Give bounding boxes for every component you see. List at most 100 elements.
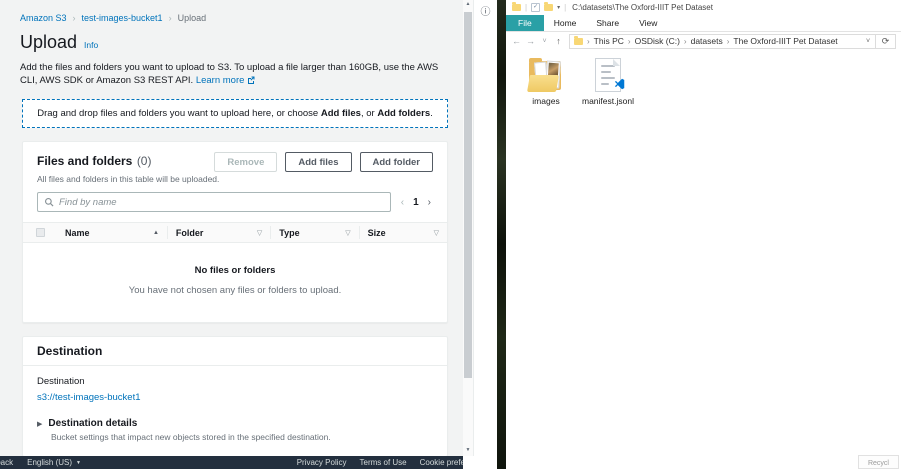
destination-details-subtitle: Bucket settings that impact new objects … xyxy=(51,432,433,442)
tab-file[interactable]: File xyxy=(506,15,544,31)
filter-icon[interactable]: ▽ xyxy=(257,229,262,237)
aws-s3-upload-page: Amazon S3 › test-images-bucket1 › Upload… xyxy=(0,0,463,469)
page-title: Upload xyxy=(20,32,77,53)
help-panel-gutter: ⓘ xyxy=(473,0,497,456)
address-this-pc[interactable]: This PC xyxy=(594,36,624,46)
page-title-row: Upload Info xyxy=(0,23,463,53)
breadcrumb: Amazon S3 › test-images-bucket1 › Upload xyxy=(0,0,463,23)
dropzone-text: Drag and drop files and folders you want… xyxy=(37,108,321,119)
add-files-button[interactable]: Add files xyxy=(285,152,351,172)
page-fold xyxy=(613,59,620,66)
divider: | xyxy=(564,3,566,12)
filter-icon[interactable]: ▽ xyxy=(345,229,350,237)
privacy-policy-link[interactable]: Privacy Policy xyxy=(297,458,347,467)
column-header-name[interactable]: Name ▲ xyxy=(57,226,167,239)
explorer-app-icon xyxy=(512,4,521,11)
destination-details-toggle[interactable]: ▶ Destination details xyxy=(37,418,433,429)
file-explorer-window: | ✓ ▾ | C:\datasets\The Oxford-IIIT Pet … xyxy=(506,0,901,469)
divider: | xyxy=(525,3,527,12)
screen: Amazon S3 › test-images-bucket1 › Upload… xyxy=(0,0,901,469)
tab-view[interactable]: View xyxy=(629,15,667,31)
destination-label: Destination xyxy=(37,376,433,387)
breadcrumb-bucket-link[interactable]: test-images-bucket1 xyxy=(82,13,163,23)
destination-card-title: Destination xyxy=(23,337,447,366)
file-item-label: manifest.jsonl xyxy=(582,96,634,106)
tab-share[interactable]: Share xyxy=(586,15,629,31)
breadcrumb-current: Upload xyxy=(178,13,207,23)
feedback-link[interactable]: Feedback xyxy=(0,458,13,467)
empty-state-title: No files or folders xyxy=(33,265,437,276)
dropzone[interactable]: Drag and drop files and folders you want… xyxy=(22,99,448,128)
file-item-manifest[interactable]: manifest.jsonl xyxy=(582,58,634,106)
chevron-down-icon: ▼ xyxy=(76,460,81,466)
breadcrumb-separator-icon: › xyxy=(169,13,172,23)
add-folder-button[interactable]: Add folder xyxy=(360,152,434,172)
folder-icon xyxy=(574,38,583,45)
page-prev-button[interactable]: ‹ xyxy=(401,197,404,208)
files-card-title: Files and folders xyxy=(37,154,132,168)
table-header: Name ▲ Folder ▽ Type ▽ Size ▽ xyxy=(23,222,447,243)
scroll-up-icon[interactable]: ▲ xyxy=(463,1,473,7)
images-folder-icon xyxy=(526,58,566,92)
aws-footer: Feedback English (US) ▼ Privacy Policy T… xyxy=(0,456,463,469)
address-datasets[interactable]: datasets xyxy=(691,36,723,46)
recycle-bin-partial[interactable]: Recycl xyxy=(858,455,899,469)
caret-right-icon: ▶ xyxy=(37,420,42,428)
files-card-count: (0) xyxy=(137,154,152,168)
column-header-folder[interactable]: Folder ▽ xyxy=(167,226,270,239)
tab-home[interactable]: Home xyxy=(544,15,587,31)
sort-asc-icon: ▲ xyxy=(153,230,159,236)
search-icon xyxy=(44,197,54,207)
explorer-navbar: ← → ˅ ↑ › This PC › OSDisk (C:) › datase… xyxy=(506,32,901,50)
page-number[interactable]: 1 xyxy=(413,197,419,208)
dropzone-add-folders-text: Add folders xyxy=(377,108,430,119)
files-card-actions: Remove Add files Add folder xyxy=(214,152,433,172)
cookie-preferences-link[interactable]: Cookie preferences xyxy=(420,458,463,467)
refresh-icon[interactable]: ⟳ xyxy=(875,35,895,48)
destination-card: Destination Destination s3://test-images… xyxy=(22,336,448,457)
external-link-icon xyxy=(247,76,255,84)
desktop-wallpaper-strip xyxy=(497,0,506,469)
select-all-checkbox[interactable] xyxy=(36,228,45,237)
back-icon[interactable]: ← xyxy=(511,36,522,46)
empty-state-subtitle: You have not chosen any files or folders… xyxy=(33,285,437,296)
quick-access-toolbar-dropdown-icon[interactable]: ▾ xyxy=(557,4,560,11)
address-osdisk[interactable]: OSDisk (C:) xyxy=(635,36,680,46)
browser-scrollbar[interactable]: ▲ ▼ xyxy=(463,0,473,456)
up-icon[interactable]: ↑ xyxy=(553,36,564,46)
window-title-path: C:\datasets\The Oxford-IIIT Pet Dataset xyxy=(572,3,713,12)
terms-of-use-link[interactable]: Terms of Use xyxy=(360,458,407,467)
destination-bucket-link[interactable]: s3://test-images-bucket1 xyxy=(37,392,141,403)
vscode-icon xyxy=(613,78,625,90)
explorer-titlebar: | ✓ ▾ | C:\datasets\The Oxford-IIIT Pet … xyxy=(506,0,901,15)
filter-icon[interactable]: ▽ xyxy=(434,229,439,237)
file-item-images[interactable]: images xyxy=(526,58,566,106)
address-current-folder[interactable]: The Oxford-IIIT Pet Dataset xyxy=(733,36,837,46)
learn-more-link[interactable]: Learn more xyxy=(196,75,255,86)
info-icon[interactable]: ⓘ xyxy=(480,3,492,18)
file-item-label: images xyxy=(526,96,566,106)
address-dropdown-icon[interactable]: ˅ xyxy=(861,35,875,48)
forward-icon[interactable]: → xyxy=(525,36,536,46)
scrollbar-thumb[interactable] xyxy=(464,12,472,378)
files-and-folders-card: Files and folders (0) Remove Add files A… xyxy=(22,141,448,323)
address-bar[interactable]: › This PC › OSDisk (C:) › datasets › The… xyxy=(570,35,861,48)
column-header-size[interactable]: Size ▽ xyxy=(359,226,447,239)
scroll-down-icon[interactable]: ▼ xyxy=(463,447,473,453)
new-folder-icon[interactable] xyxy=(544,4,553,11)
info-link[interactable]: Info xyxy=(84,40,98,50)
empty-state: No files or folders You have not chosen … xyxy=(23,243,447,322)
page-next-button[interactable]: › xyxy=(428,197,431,208)
recent-locations-icon[interactable]: ˅ xyxy=(539,38,550,45)
remove-button[interactable]: Remove xyxy=(214,152,277,172)
files-card-subtitle: All files and folders in this table will… xyxy=(23,172,447,184)
properties-icon[interactable]: ✓ xyxy=(531,3,540,12)
jsonl-file-icon xyxy=(595,58,621,92)
column-header-type[interactable]: Type ▽ xyxy=(270,226,358,239)
dropzone-add-files-text: Add files xyxy=(321,108,361,119)
breadcrumb-amazon-s3[interactable]: Amazon S3 xyxy=(20,13,67,23)
search-input[interactable] xyxy=(59,197,384,208)
pagination: ‹ 1 › xyxy=(401,197,433,208)
page-description: Add the files and folders you want to up… xyxy=(0,53,463,87)
language-selector[interactable]: English (US) ▼ xyxy=(27,458,81,467)
